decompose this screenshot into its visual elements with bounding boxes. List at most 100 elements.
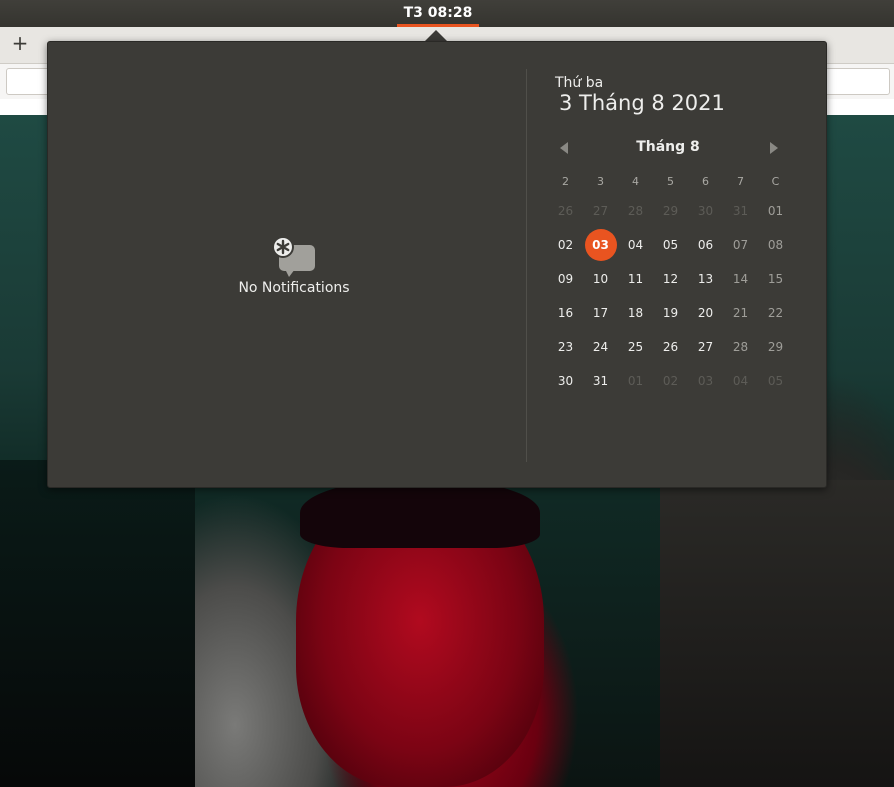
calendar-week-row: 09 10 11 12 13 14 15: [548, 262, 793, 296]
weekday-label[interactable]: Thứ ba: [555, 75, 603, 91]
calendar-day-number: 07: [732, 238, 749, 252]
day-header-row: 2 3 4 5 6 7 C: [548, 170, 793, 194]
calendar-day-number: 13: [697, 272, 714, 286]
calendar-week-row: 16 17 18 19 20 21 22: [548, 296, 793, 330]
calendar-weeks: 26 27 28 29 30 31 01 02 03 04 05 06 07 08 09 10 11 12 13 14…: [548, 194, 793, 398]
day-header: 2: [562, 175, 569, 188]
calendar-day[interactable]: 15: [758, 262, 793, 296]
calendar-day-number: 17: [592, 306, 609, 320]
calendar-day-number: 26: [662, 340, 679, 354]
calendar-day[interactable]: 31: [723, 194, 758, 228]
calendar-day-number: 02: [662, 374, 679, 388]
popup-divider: [526, 69, 527, 462]
calendar-week-row: 23 24 25 26 27 28 29: [548, 330, 793, 364]
calendar-day[interactable]: 25: [618, 330, 653, 364]
calendar-day[interactable]: 11: [618, 262, 653, 296]
day-header: C: [771, 175, 780, 188]
calendar-day-number: 31: [592, 374, 609, 388]
calendar-day[interactable]: 16: [548, 296, 583, 330]
calendar-day[interactable]: 03: [688, 364, 723, 398]
calendar-day-number: 30: [697, 204, 714, 218]
calendar-day[interactable]: 02: [653, 364, 688, 398]
calendar-day[interactable]: 29: [653, 194, 688, 228]
calendar-day-number: 26: [557, 204, 574, 218]
calendar-day[interactable]: 22: [758, 296, 793, 330]
calendar-day[interactable]: 30: [688, 194, 723, 228]
calendar-day[interactable]: 26: [653, 330, 688, 364]
day-header: 6: [702, 175, 709, 188]
full-date-label[interactable]: 3 Tháng 8 2021: [559, 91, 725, 115]
calendar-day-number: 14: [732, 272, 749, 286]
calendar-day[interactable]: 08: [758, 228, 793, 262]
chevron-left-icon[interactable]: [560, 142, 568, 154]
calendar-day-number: 27: [592, 204, 609, 218]
day-header: 7: [737, 175, 744, 188]
calendar-day[interactable]: 04: [723, 364, 758, 398]
notification-bubble-icon: [271, 235, 317, 277]
day-header: 4: [632, 175, 639, 188]
calendar-day[interactable]: 13: [688, 262, 723, 296]
calendar-day[interactable]: 24: [583, 330, 618, 364]
chevron-right-icon[interactable]: [770, 142, 778, 154]
calendar-day-number: 12: [662, 272, 679, 286]
calendar-day-number: 05: [767, 374, 784, 388]
calendar-day[interactable]: 05: [758, 364, 793, 398]
calendar-day[interactable]: 02: [548, 228, 583, 262]
calendar-day-number: 25: [627, 340, 644, 354]
calendar-week-row: 30 31 01 02 03 04 05: [548, 364, 793, 398]
calendar-day-today[interactable]: 03: [583, 228, 618, 262]
calendar-day[interactable]: 19: [653, 296, 688, 330]
webcam-wall-right: [660, 480, 894, 787]
calendar-day[interactable]: 31: [583, 364, 618, 398]
calendar-day[interactable]: 12: [653, 262, 688, 296]
calendar-day[interactable]: 28: [723, 330, 758, 364]
calendar-day[interactable]: 30: [548, 364, 583, 398]
calendar-day-number: 03: [697, 374, 714, 388]
calendar-day-number: 23: [557, 340, 574, 354]
calendar-day-number: 08: [767, 238, 784, 252]
calendar-day[interactable]: 20: [688, 296, 723, 330]
calendar-day-number: 03: [584, 229, 617, 261]
calendar-day-number: 21: [732, 306, 749, 320]
calendar-day[interactable]: 27: [583, 194, 618, 228]
calendar-week-row: 26 27 28 29 30 31 01: [548, 194, 793, 228]
calendar-day[interactable]: 18: [618, 296, 653, 330]
calendar-day-number: 15: [767, 272, 784, 286]
calendar-day[interactable]: 28: [618, 194, 653, 228]
calendar-day[interactable]: 29: [758, 330, 793, 364]
calendar-day-number: 31: [732, 204, 749, 218]
calendar-day-number: 02: [557, 238, 574, 252]
no-notifications-label: No Notifications: [238, 280, 350, 296]
calendar-day[interactable]: 04: [618, 228, 653, 262]
calendar-day[interactable]: 06: [688, 228, 723, 262]
webcam-shadow-left: [0, 460, 195, 787]
day-header: 3: [597, 175, 604, 188]
calendar-day[interactable]: 01: [618, 364, 653, 398]
calendar-grid: 2 3 4 5 6 7 C 26 27 28 29 30 31 01 02 03 04 05 06 07…: [548, 170, 793, 398]
calendar-day-number: 27: [697, 340, 714, 354]
calendar-day[interactable]: 05: [653, 228, 688, 262]
webcam-person-hair: [300, 478, 540, 548]
calendar-day[interactable]: 23: [548, 330, 583, 364]
month-label: Tháng 8: [636, 139, 700, 155]
calendar-day-number: 28: [627, 204, 644, 218]
calendar-day[interactable]: 27: [688, 330, 723, 364]
calendar-day[interactable]: 17: [583, 296, 618, 330]
calendar-day[interactable]: 14: [723, 262, 758, 296]
calendar-day[interactable]: 01: [758, 194, 793, 228]
calendar-day-number: 24: [592, 340, 609, 354]
calendar-day[interactable]: 26: [548, 194, 583, 228]
calendar-day-number: 28: [732, 340, 749, 354]
clock-button[interactable]: T3 08:28: [398, 0, 478, 26]
new-tab-button[interactable]: +: [10, 33, 30, 53]
calendar-day-number: 30: [557, 374, 574, 388]
calendar-day-number: 06: [697, 238, 714, 252]
calendar-day[interactable]: 07: [723, 228, 758, 262]
day-header: 5: [667, 175, 674, 188]
calendar-day[interactable]: 21: [723, 296, 758, 330]
calendar-day-number: 11: [627, 272, 644, 286]
calendar-day-number: 20: [697, 306, 714, 320]
calendar-day[interactable]: 09: [548, 262, 583, 296]
calendar-day-number: 16: [557, 306, 574, 320]
calendar-day[interactable]: 10: [583, 262, 618, 296]
